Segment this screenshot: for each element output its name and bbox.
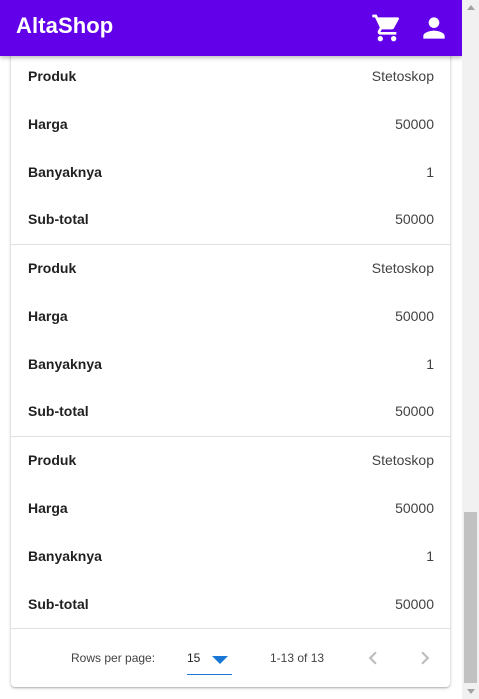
- subtotal-label: Sub-total: [28, 403, 89, 419]
- quantity-value: 1: [426, 548, 434, 564]
- quantity-value: 1: [426, 356, 434, 372]
- quantity-label: Banyaknya: [28, 548, 102, 564]
- product-row: Produk Stetoskop: [11, 52, 450, 100]
- subtotal-label: Sub-total: [28, 211, 89, 227]
- subtotal-row: Sub-total 50000: [11, 195, 450, 243]
- price-value: 50000: [395, 116, 434, 132]
- quantity-value: 1: [426, 164, 434, 180]
- cart-icon: [372, 14, 400, 42]
- rows-per-page-select[interactable]: 15: [187, 643, 232, 675]
- cart-items-card: Produk Stetoskop Harga 50000 Banyaknya 1…: [11, 40, 450, 687]
- subtotal-value: 50000: [395, 211, 434, 227]
- pagination-range: 1-13 of 13: [270, 651, 325, 665]
- next-page-button[interactable]: [412, 645, 438, 671]
- dropdown-arrow-icon: [212, 656, 228, 664]
- cart-item: Produk Stetoskop Harga 50000 Banyaknya 1…: [11, 436, 450, 628]
- quantity-label: Banyaknya: [28, 356, 102, 372]
- product-value: Stetoskop: [371, 68, 434, 84]
- price-row: Harga 50000: [11, 484, 450, 532]
- previous-page-button[interactable]: [360, 645, 386, 671]
- product-value: Stetoskop: [371, 452, 434, 468]
- product-value: Stetoskop: [371, 260, 434, 276]
- pagination-footer: Rows per page: 15 1-13 of 13: [11, 628, 450, 688]
- price-row: Harga 50000: [11, 292, 450, 340]
- account-icon: [423, 17, 445, 39]
- subtotal-value: 50000: [395, 596, 434, 612]
- subtotal-row: Sub-total 50000: [11, 580, 450, 628]
- quantity-row: Banyaknya 1: [11, 532, 450, 580]
- chevron-right-icon: [421, 651, 430, 665]
- chevron-left-icon: [368, 651, 377, 665]
- scroll-down-arrow-icon[interactable]: [467, 689, 475, 694]
- cart-item: Produk Stetoskop Harga 50000 Banyaknya 1…: [11, 244, 450, 437]
- product-row: Produk Stetoskop: [11, 244, 450, 292]
- product-row: Produk Stetoskop: [11, 436, 450, 484]
- app-title[interactable]: AltaShop: [16, 13, 113, 39]
- product-label: Produk: [28, 452, 77, 468]
- account-button[interactable]: [418, 12, 450, 44]
- scrollbar-thumb[interactable]: [464, 512, 477, 683]
- subtotal-value: 50000: [395, 403, 434, 419]
- price-label: Harga: [28, 500, 68, 516]
- rows-per-page-value: 15: [187, 651, 201, 665]
- quantity-row: Banyaknya 1: [11, 148, 450, 196]
- quantity-label: Banyaknya: [28, 164, 102, 180]
- product-label: Produk: [28, 68, 77, 84]
- product-label: Produk: [28, 260, 77, 276]
- cart-item: Produk Stetoskop Harga 50000 Banyaknya 1…: [11, 52, 450, 245]
- subtotal-label: Sub-total: [28, 596, 89, 612]
- app-bar: AltaShop: [0, 0, 462, 56]
- page: AltaShop Produk Stetoskop Harga 50000 Ba…: [0, 0, 462, 699]
- price-row: Harga 50000: [11, 100, 450, 148]
- price-value: 50000: [395, 500, 434, 516]
- rows-per-page-label: Rows per page:: [71, 651, 156, 665]
- quantity-row: Banyaknya 1: [11, 340, 450, 388]
- subtotal-row: Sub-total 50000: [11, 387, 450, 435]
- cart-button[interactable]: [371, 12, 403, 44]
- price-value: 50000: [395, 308, 434, 324]
- scroll-up-arrow-icon[interactable]: [467, 5, 475, 10]
- price-label: Harga: [28, 116, 68, 132]
- price-label: Harga: [28, 308, 68, 324]
- vertical-scrollbar[interactable]: [462, 0, 479, 699]
